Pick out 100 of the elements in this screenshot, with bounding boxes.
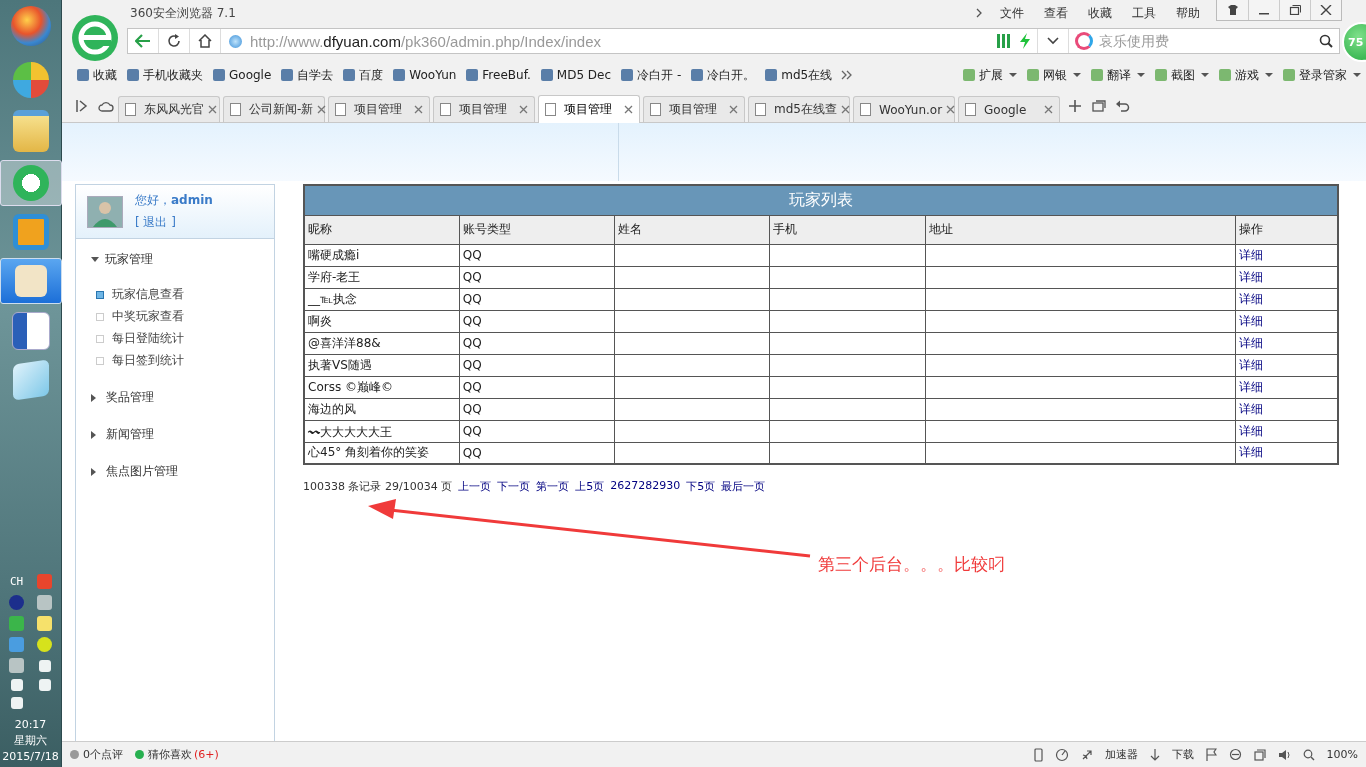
toolbar-item[interactable]: 翻译	[1086, 66, 1150, 84]
page-icon	[335, 103, 346, 116]
folder-icon[interactable]	[12, 110, 49, 152]
bookmark-item[interactable]: 手机收藏夹	[122, 66, 208, 84]
menu-item[interactable]: 帮助	[1166, 4, 1210, 22]
menu-item[interactable]: 每日登陆统计	[112, 330, 184, 347]
notepad-icon[interactable]	[12, 359, 49, 401]
table-cell: QQ	[459, 354, 615, 376]
logout-link[interactable]: [ 退出 ]	[135, 214, 213, 231]
bookmark-item[interactable]: FreeBuf.	[461, 68, 536, 82]
bookmark-item[interactable]: 百度	[338, 66, 389, 84]
table-title: 玩家列表	[304, 185, 1338, 215]
toolbar-item[interactable]: 网银	[1022, 66, 1086, 84]
url-text[interactable]: http://www.dfyuan.com/pk360/admin.php/Index/index	[250, 32, 997, 50]
browser-tab[interactable]: WooYun.or	[853, 96, 955, 122]
page-link[interactable]: 下5页	[686, 479, 716, 494]
detail-link[interactable]: 详细	[1239, 291, 1264, 306]
detail-link[interactable]: 详细	[1239, 445, 1264, 460]
home-icon[interactable]	[198, 34, 212, 48]
browser-tab[interactable]: 公司新闻-新	[223, 96, 325, 122]
menu-item[interactable]: 每日签到统计	[112, 352, 184, 369]
menu-group[interactable]: 奖品管理	[91, 389, 274, 406]
menu-item[interactable]: 中奖玩家查看	[112, 308, 184, 325]
zoom-level[interactable]: 100%	[1326, 748, 1358, 761]
menu-group[interactable]: 新闻管理	[91, 426, 274, 443]
toolbar-item[interactable]: 扩展	[958, 66, 1022, 84]
table-cell: 〰大大大大大王	[304, 420, 460, 442]
bookmark-item[interactable]: 收藏	[72, 66, 122, 84]
table-cell: QQ	[459, 288, 615, 310]
browser-tab[interactable]: md5在线查	[748, 96, 850, 122]
phone-icon[interactable]	[1033, 747, 1043, 762]
bookmark-item[interactable]: WooYun	[388, 68, 462, 82]
page-link[interactable]: 上5页	[575, 479, 605, 494]
toolbar-item[interactable]: 游戏	[1214, 66, 1278, 84]
sidebar-toggle-icon[interactable]	[76, 100, 88, 112]
new-tab-icon[interactable]	[1069, 100, 1081, 112]
detail-link[interactable]: 详细	[1239, 357, 1264, 372]
window-icon[interactable]	[1253, 748, 1266, 761]
bookmark-item[interactable]: md5在线	[760, 66, 838, 84]
menu-item[interactable]: 收藏	[1078, 4, 1122, 22]
page-icon	[860, 103, 871, 116]
detail-link[interactable]: 详细	[1239, 423, 1264, 438]
bookmark-item[interactable]: 冷白开 -	[616, 66, 687, 84]
menu-item[interactable]: 文件	[990, 4, 1034, 22]
detail-link[interactable]: 详细	[1239, 269, 1264, 284]
detail-link[interactable]: 详细	[1239, 401, 1264, 416]
page-link[interactable]: 上一页	[458, 479, 492, 494]
zoom-icon[interactable]	[1302, 748, 1315, 761]
undo-icon[interactable]	[1116, 100, 1130, 112]
accelerator-button[interactable]: 加速器	[1104, 747, 1138, 762]
browser-tab[interactable]: Google	[958, 96, 1060, 122]
close-icon	[1320, 5, 1332, 15]
qr-code-icon[interactable]	[997, 34, 1011, 48]
detail-link[interactable]: 详细	[1239, 335, 1264, 350]
search-engine-icon	[1075, 32, 1093, 50]
reload-icon[interactable]	[167, 34, 181, 48]
dropdown-icon[interactable]	[1047, 37, 1059, 45]
download-button[interactable]: 下载	[1171, 747, 1194, 762]
gauge-icon[interactable]	[1054, 747, 1069, 762]
guess-count[interactable]: (6+)	[194, 748, 219, 761]
column-header: 地址	[925, 215, 1236, 244]
browser-tab[interactable]: 项目管理	[433, 96, 535, 122]
windows-icon[interactable]	[1092, 100, 1106, 112]
download-icon[interactable]	[1149, 748, 1160, 761]
toolbar-item[interactable]: 截图	[1150, 66, 1214, 84]
menu-item[interactable]: 工具	[1122, 4, 1166, 22]
input-method-label[interactable]: CH	[9, 575, 24, 588]
menu-item[interactable]: 查看	[1034, 4, 1078, 22]
search-field[interactable]: 哀乐使用费	[1097, 32, 1319, 50]
search-icon[interactable]	[1319, 34, 1333, 48]
menu-group[interactable]: 玩家管理	[91, 251, 274, 268]
cloud-icon[interactable]	[98, 100, 114, 112]
browser-tab[interactable]: 项目管理	[538, 95, 640, 123]
browser-tab[interactable]: 项目管理	[643, 96, 745, 122]
browser-tab[interactable]: 东风风光官	[118, 96, 220, 122]
bookmark-item[interactable]: Google	[208, 68, 277, 82]
colorful-app-icon[interactable]	[12, 62, 49, 98]
bookmark-item[interactable]: MD5 Dec	[535, 68, 617, 82]
detail-link[interactable]: 详细	[1239, 313, 1264, 328]
reviews-label[interactable]: 0个点评	[70, 747, 123, 762]
page-link[interactable]: 2627282930	[610, 479, 681, 494]
detail-link[interactable]: 详细	[1239, 247, 1264, 262]
bookmark-item[interactable]: 自学去	[276, 66, 339, 84]
start-orb-icon[interactable]	[10, 6, 51, 46]
table-cell: QQ	[459, 420, 615, 442]
guess-label[interactable]: 猜你喜欢	[135, 747, 192, 762]
browser-tab[interactable]: 项目管理	[328, 96, 430, 122]
lightning-icon[interactable]	[1019, 33, 1031, 49]
address-bar[interactable]: http://www.dfyuan.com/pk360/admin.php/Index/index 哀乐使用费	[127, 28, 1340, 54]
browser-icon[interactable]	[12, 165, 49, 201]
detail-link[interactable]: 详细	[1239, 379, 1264, 394]
toolbar-item[interactable]: 登录管家	[1278, 66, 1366, 84]
bookmark-item[interactable]: 冷白开。	[686, 66, 761, 84]
minimize-icon	[1259, 13, 1269, 15]
page-link[interactable]: 下一页	[497, 479, 531, 494]
page-link[interactable]: 第一页	[536, 479, 570, 494]
page-link[interactable]: 最后一页	[721, 479, 766, 494]
back-icon[interactable]	[135, 34, 151, 48]
menu-group[interactable]: 焦点图片管理	[91, 463, 274, 480]
menu-item[interactable]: 玩家信息查看	[112, 286, 184, 303]
